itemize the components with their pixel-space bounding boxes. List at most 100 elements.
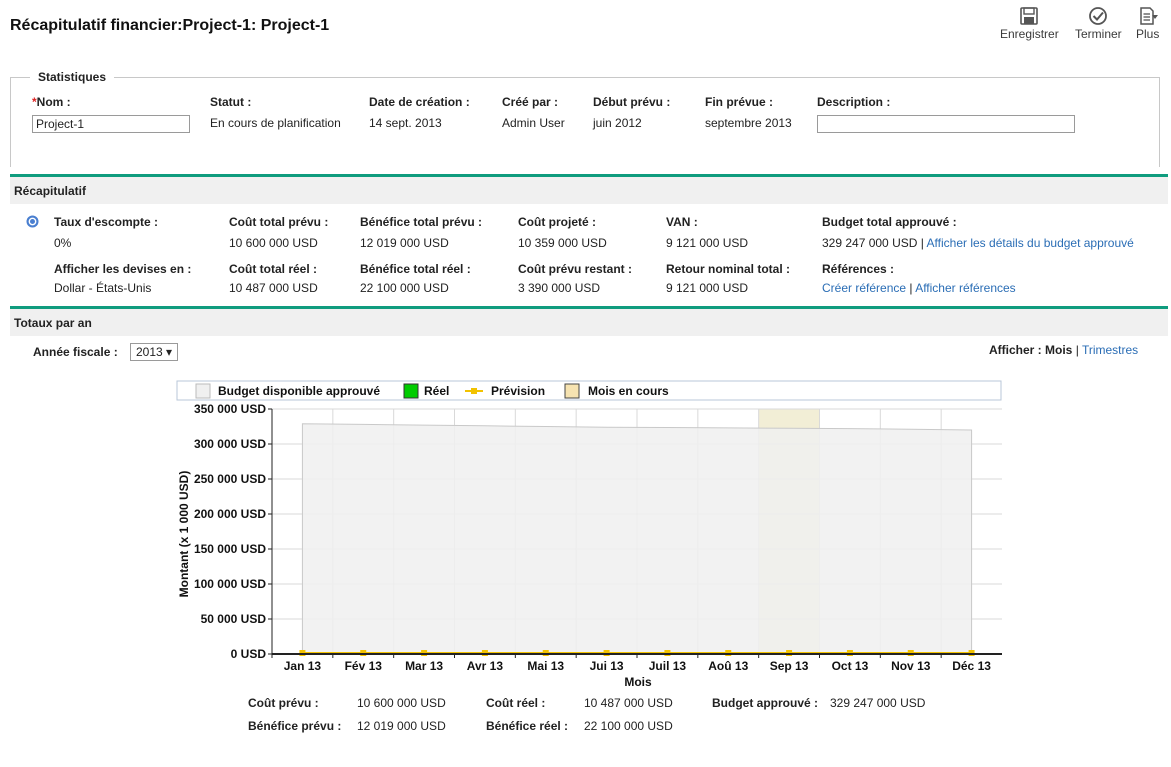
budget-details-link[interactable]: Afficher les détails du budget approuvé — [927, 236, 1134, 250]
approved-budget-row: 329 247 000 USD | Afficher les détails d… — [822, 236, 1134, 250]
description-label: Description : — [817, 95, 891, 109]
separator: | — [1075, 343, 1079, 357]
page-title: Récapitulatif financier:Project-1: Proje… — [10, 17, 330, 34]
view-references-link[interactable]: Afficher références — [915, 281, 1016, 295]
legend-swatch-current-month — [564, 383, 580, 399]
projected-cost-label: Coût projeté : — [518, 215, 596, 229]
total-actual-cost-label: Coût réel : — [486, 696, 546, 710]
summary-section-header[interactable] — [10, 174, 1168, 204]
x-tick-label: Mar 13 — [405, 659, 443, 673]
x-tick-label: Aoû 13 — [708, 659, 748, 673]
x-tick-label: Sep 13 — [770, 659, 809, 673]
separator: | — [920, 236, 924, 250]
y-tick-label: 200 000 USD — [194, 507, 266, 521]
save-button[interactable]: Enregistrer — [1000, 6, 1059, 41]
legend-current-month: Mois en cours — [588, 384, 669, 398]
name-label: *Nom : — [32, 95, 71, 109]
total-actual-benefit-value: 22 100 000 USD — [584, 719, 673, 733]
yearly-totals-section-header[interactable] — [10, 306, 1168, 336]
legend-forecast: Prévision — [491, 384, 545, 398]
planned-cost-value: 10 600 000 USD — [229, 236, 318, 250]
x-tick-label: Avr 13 — [467, 659, 504, 673]
npv-label: VAN : — [666, 215, 698, 229]
legend-budget: Budget disponible approuvé — [218, 384, 380, 398]
help-icon[interactable] — [26, 215, 39, 228]
y-tick-label: 250 000 USD — [194, 472, 266, 486]
currency-label: Afficher les devises en : — [54, 262, 192, 276]
y-tick-label: 150 000 USD — [194, 542, 266, 556]
view-months-option[interactable]: Mois — [1045, 343, 1072, 357]
created-by-value: Admin User — [502, 116, 565, 130]
fiscal-year-label: Année fiscale : — [33, 345, 118, 359]
status-value: En cours de planification — [210, 116, 341, 130]
remaining-cost-value: 3 390 000 USD — [518, 281, 601, 295]
projected-cost-value: 10 359 000 USD — [518, 236, 607, 250]
y-tick-label: 100 000 USD — [194, 577, 266, 591]
planned-start-label: Début prévu : — [593, 95, 671, 109]
view-toggle: Afficher : Mois | Trimestres — [989, 343, 1138, 357]
name-input[interactable] — [32, 115, 190, 133]
x-tick-label: Fév 13 — [345, 659, 383, 673]
yearly-totals-chart: Budget disponible approuvé Réel Prévisio… — [176, 380, 1002, 689]
actual-cost-label: Coût total réel : — [229, 262, 318, 276]
discount-rate-label: Taux d'escompte : — [54, 215, 158, 229]
separator: | — [909, 281, 913, 295]
currency-value: Dollar - États-Unis — [54, 281, 152, 295]
legend-marker-forecast — [471, 388, 477, 394]
planned-benefit-label: Bénéfice total prévu : — [360, 215, 483, 229]
references-label: Références : — [822, 262, 895, 276]
planned-end-label: Fin prévue : — [705, 95, 774, 109]
name-label-text: Nom : — [36, 95, 71, 109]
summary-title: Récapitulatif — [14, 184, 87, 198]
discount-rate-value: 0% — [54, 236, 72, 250]
references-row: Créer référence | Afficher références — [822, 281, 1016, 295]
approved-budget-value: 329 247 000 USD — [822, 236, 918, 250]
budget-area — [301, 423, 973, 655]
more-menu-icon — [1139, 7, 1158, 25]
planned-start-value: juin 2012 — [593, 116, 642, 130]
save-icon — [1020, 7, 1039, 25]
actual-benefit-label: Bénéfice total réel : — [360, 262, 471, 276]
finish-label: Terminer — [1075, 27, 1122, 41]
y-tick-label: 350 000 USD — [194, 402, 266, 416]
planned-cost-label: Coût total prévu : — [229, 215, 329, 229]
total-planned-benefit-label: Bénéfice prévu : — [248, 719, 342, 733]
statistics-legend: Statistiques — [30, 70, 115, 84]
actual-benefit-value: 22 100 000 USD — [360, 281, 449, 295]
legend-swatch-budget — [195, 383, 211, 399]
yearly-totals-title: Totaux par an — [14, 316, 92, 330]
total-planned-benefit-value: 12 019 000 USD — [357, 719, 446, 733]
view-quarters-link[interactable]: Trimestres — [1082, 343, 1138, 357]
x-tick-label: Déc 13 — [952, 659, 991, 673]
total-approved-budget-label: Budget approuvé : — [712, 696, 819, 710]
y-tick-label: 50 000 USD — [201, 612, 267, 626]
y-tick-label: 0 USD — [231, 647, 267, 661]
fiscal-year-select[interactable]: 2013 ▾ — [130, 343, 179, 361]
x-tick-label: Oct 13 — [832, 659, 869, 673]
status-label: Statut : — [210, 95, 252, 109]
remaining-cost-label: Coût prévu restant : — [518, 262, 633, 276]
view-label: Afficher : — [989, 343, 1042, 357]
save-label: Enregistrer — [1000, 27, 1059, 41]
more-button[interactable]: Plus — [1136, 6, 1159, 41]
total-planned-cost-label: Coût prévu : — [248, 696, 319, 710]
x-axis-title: Mois — [624, 675, 652, 689]
description-input[interactable] — [817, 115, 1075, 133]
y-axis-title: Montant (x 1 000 USD) — [177, 471, 191, 598]
chart-legend: Budget disponible approuvé Réel Prévisio… — [176, 380, 1002, 401]
actual-cost-value: 10 487 000 USD — [229, 281, 318, 295]
create-reference-link[interactable]: Créer référence — [822, 281, 906, 295]
approved-budget-label: Budget total approuvé : — [822, 215, 957, 229]
total-approved-budget-value: 329 247 000 USD — [830, 696, 926, 710]
x-tick-label: Jan 13 — [284, 659, 322, 673]
x-tick-label: Jui 13 — [590, 659, 624, 673]
total-actual-benefit-label: Bénéfice réel : — [486, 719, 569, 733]
total-actual-cost-value: 10 487 000 USD — [584, 696, 673, 710]
finish-button[interactable]: Terminer — [1075, 6, 1122, 41]
total-planned-cost-value: 10 600 000 USD — [357, 696, 446, 710]
planned-benefit-value: 12 019 000 USD — [360, 236, 449, 250]
more-label: Plus — [1136, 27, 1160, 41]
created-date-label: Date de création : — [369, 95, 470, 109]
legend-swatch-actual — [403, 383, 419, 399]
created-date-value: 14 sept. 2013 — [369, 116, 442, 130]
